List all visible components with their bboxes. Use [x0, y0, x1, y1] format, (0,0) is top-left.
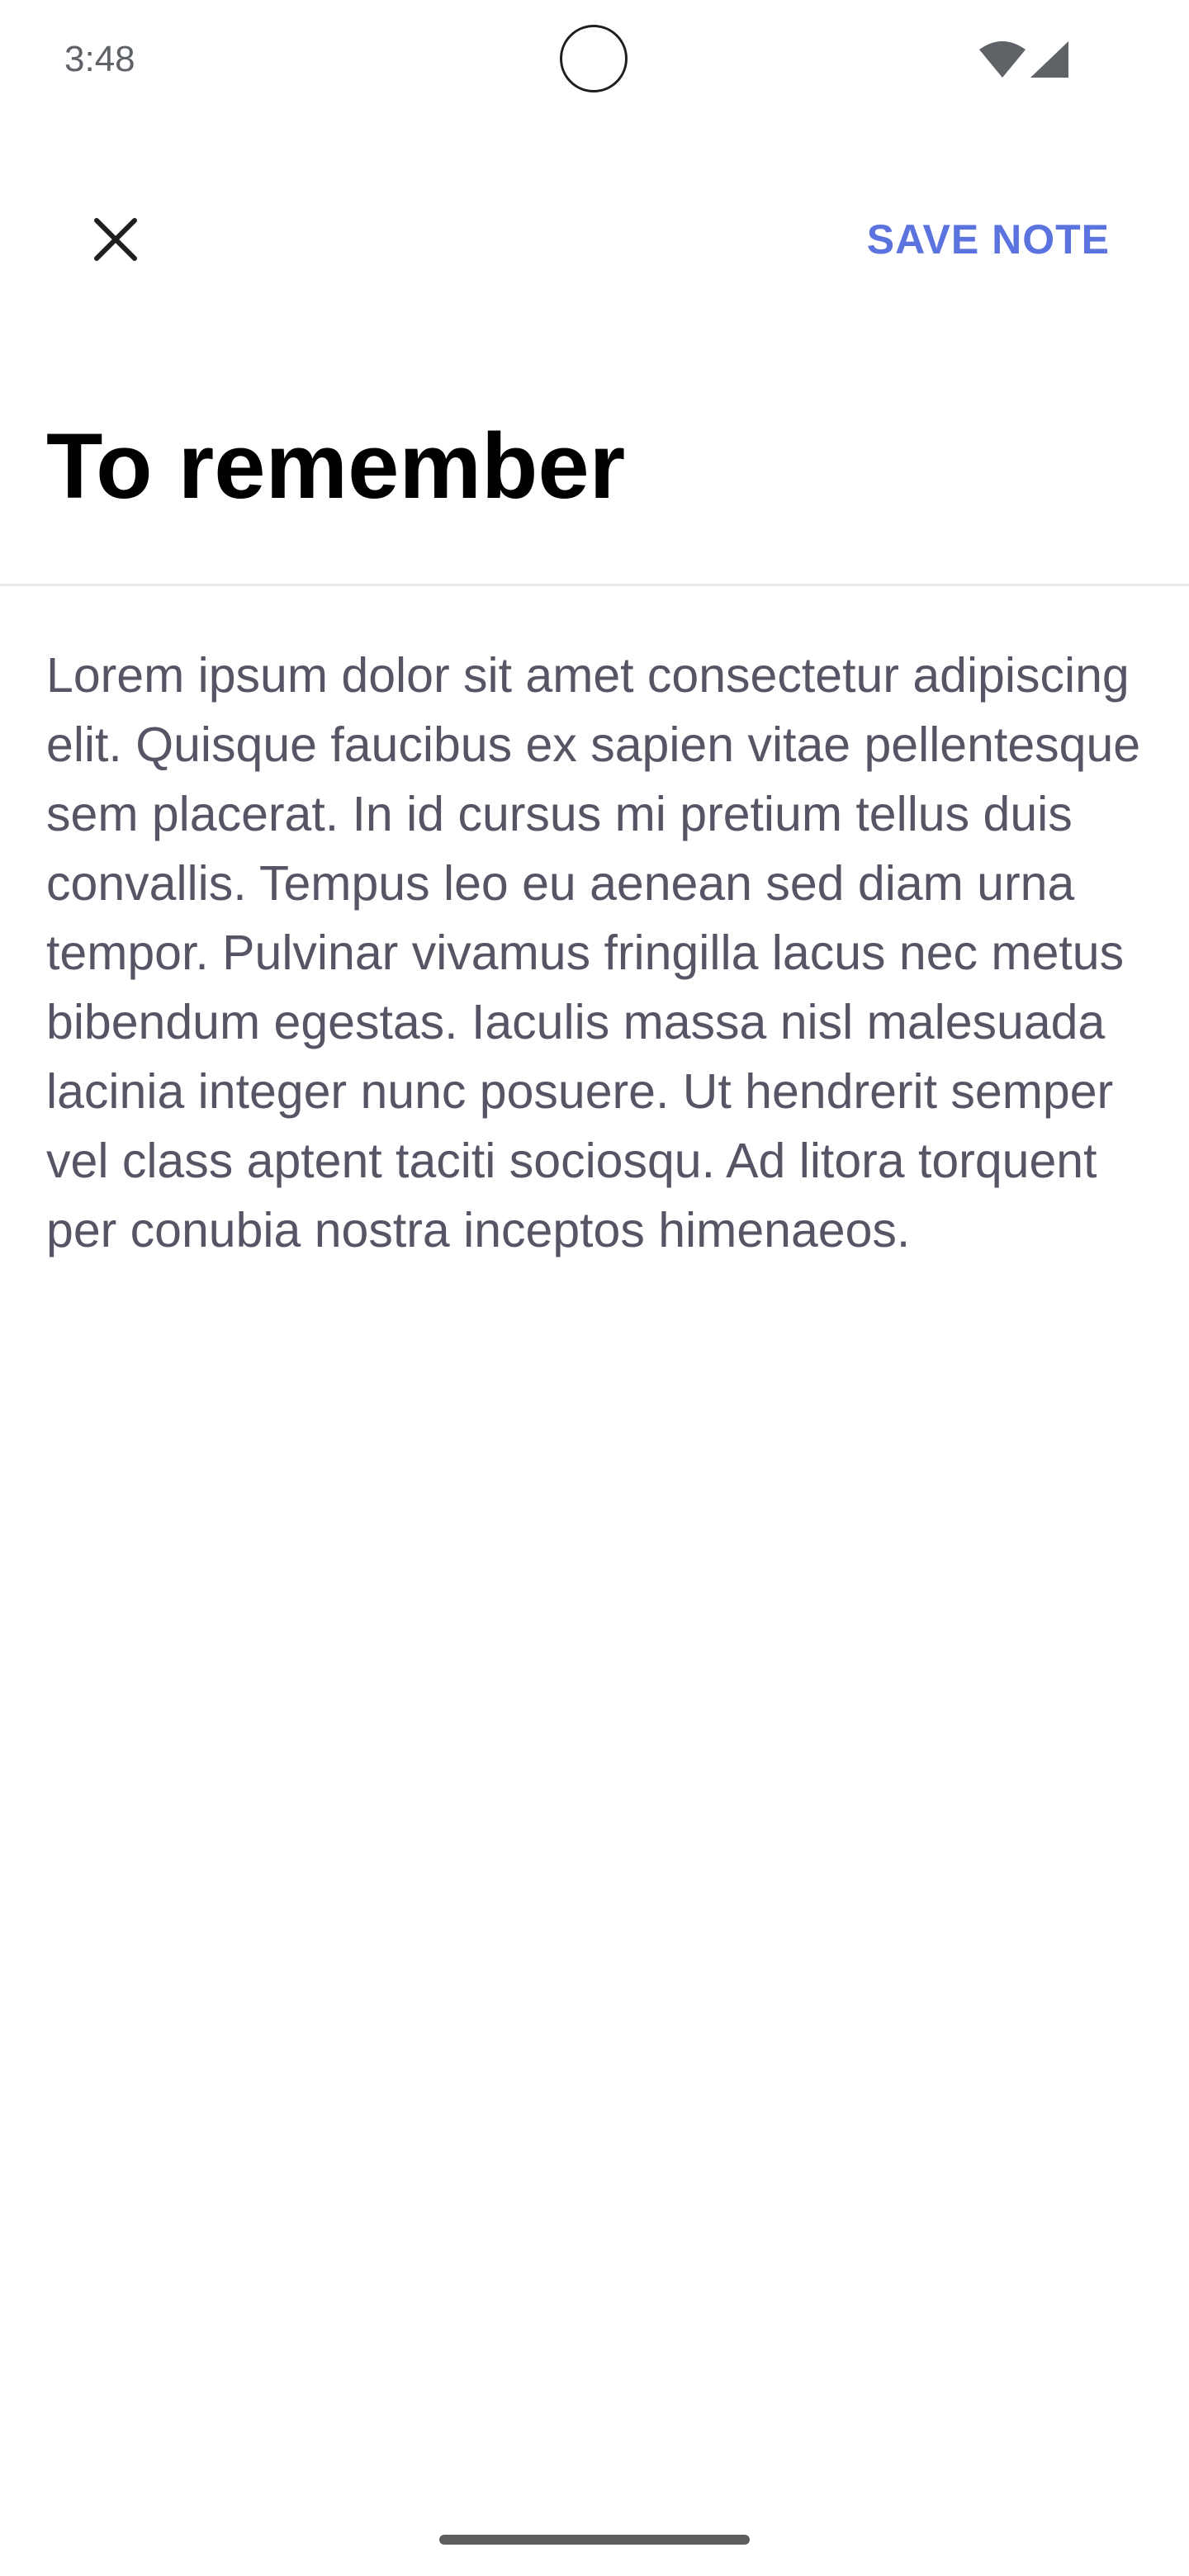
status-icons	[979, 41, 1070, 79]
status-time: 3:48	[64, 39, 135, 79]
status-bar: 3:48	[0, 0, 1189, 119]
wifi-icon	[979, 41, 1026, 78]
note-body[interactable]: Lorem ipsum dolor sit amet consectetur a…	[46, 641, 1153, 1265]
home-indicator[interactable]	[439, 2535, 750, 2545]
top-app-bar: SAVE NOTE	[0, 182, 1189, 289]
cellular-signal-icon	[1030, 41, 1068, 78]
save-note-button[interactable]: SAVE NOTE	[867, 206, 1110, 272]
close-icon	[94, 218, 137, 261]
divider	[0, 584, 1189, 586]
note-title[interactable]: To remember	[46, 413, 625, 520]
close-button[interactable]	[74, 198, 157, 281]
camera-cutout	[560, 25, 628, 92]
